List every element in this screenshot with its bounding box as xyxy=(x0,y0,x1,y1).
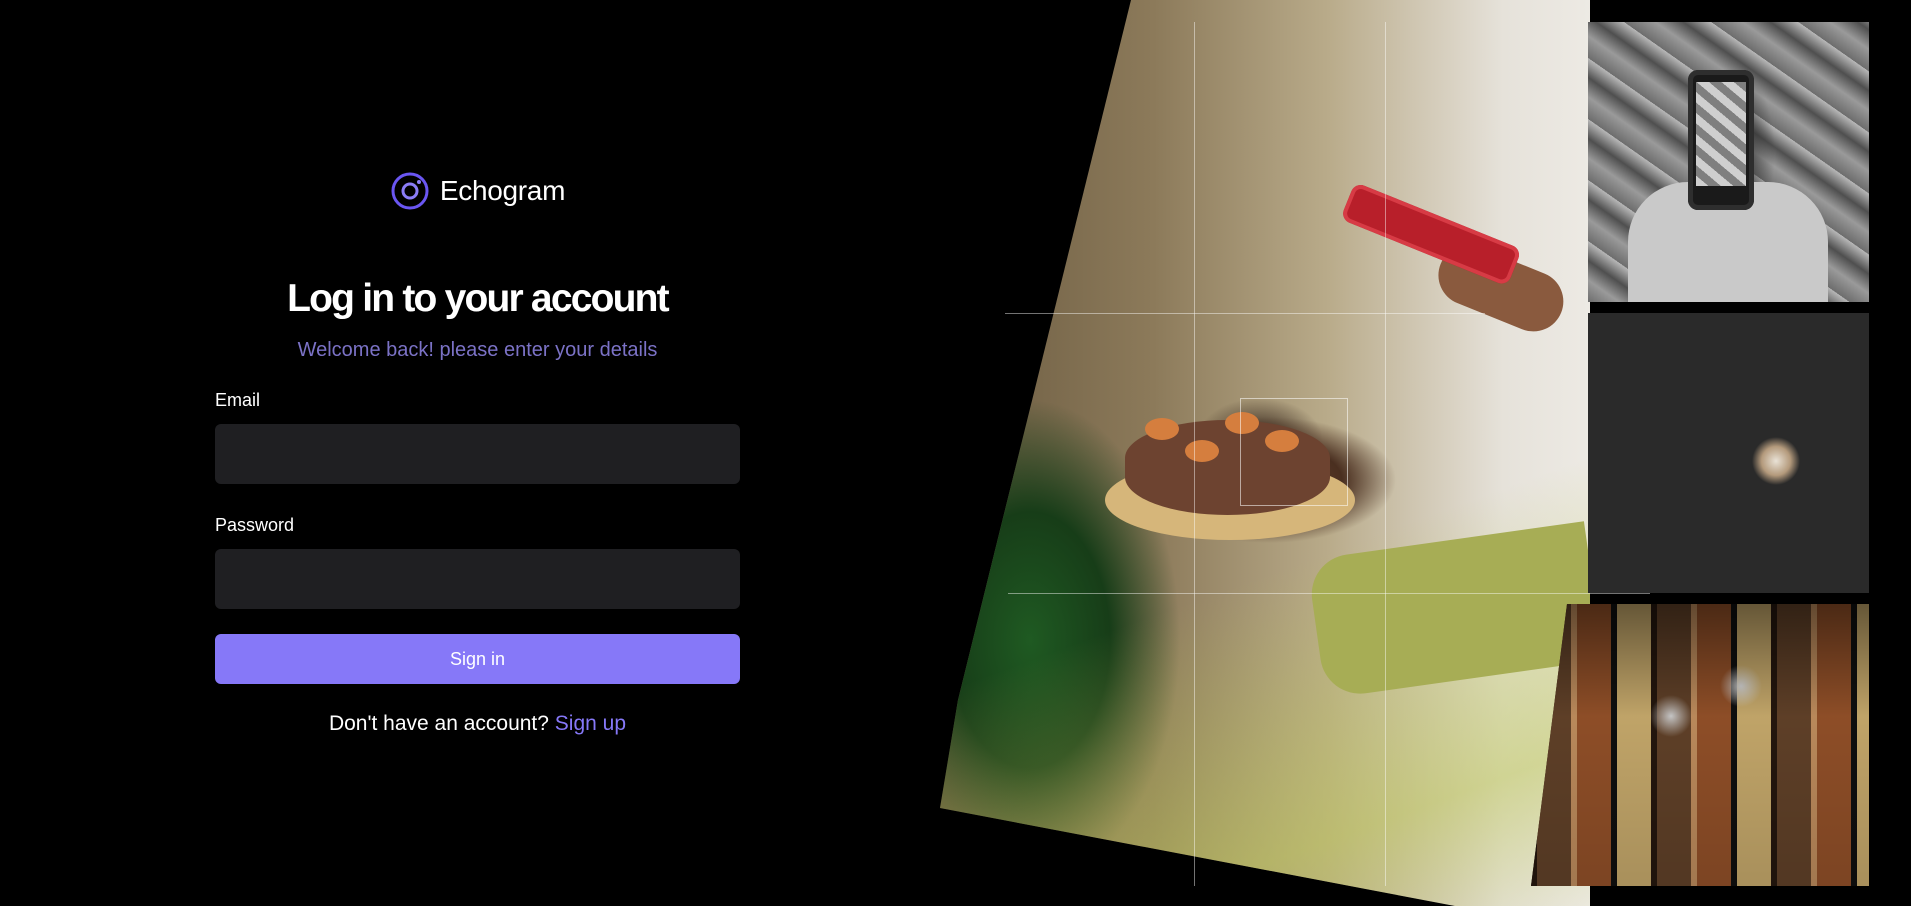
grid-line xyxy=(1385,22,1386,886)
grid-line xyxy=(1005,313,1485,314)
echogram-logo-icon xyxy=(391,172,429,210)
brand-name: Echogram xyxy=(439,175,566,206)
sign-up-link[interactable]: Sign up xyxy=(555,712,626,735)
image-collage xyxy=(940,0,1911,906)
email-label: Email xyxy=(215,390,261,410)
page-subtitle: Welcome back! please enter your details xyxy=(297,339,658,361)
login-panel: Echogram Log in to your account Welcome … xyxy=(215,0,740,906)
grid-line xyxy=(1194,22,1195,886)
signup-prompt: Don't have an account? xyxy=(328,712,549,735)
sign-in-button[interactable]: Sign in xyxy=(215,634,740,684)
thumb-photos xyxy=(1588,313,1869,593)
grid-line xyxy=(1008,593,1650,594)
focus-box xyxy=(1240,398,1348,506)
thumb-wall xyxy=(1531,604,1869,886)
password-field[interactable] xyxy=(215,549,740,609)
signup-row: Don't have an account? Sign up xyxy=(215,711,740,737)
macaron xyxy=(1145,418,1179,440)
thumb-wall-shade xyxy=(1531,604,1869,886)
phone-shape xyxy=(1340,181,1523,287)
phone-screen xyxy=(1696,82,1746,186)
login-page: Echogram Log in to your account Welcome … xyxy=(0,0,1911,906)
email-field[interactable] xyxy=(215,424,740,484)
page-title: Log in to your account xyxy=(287,277,670,320)
brand: Echogram xyxy=(215,170,740,212)
macaron xyxy=(1185,440,1219,462)
thumb-wall-image xyxy=(1531,604,1869,886)
phone-in-hand xyxy=(1332,175,1573,341)
thumb-phone xyxy=(1588,22,1869,302)
password-label: Password xyxy=(215,515,295,535)
